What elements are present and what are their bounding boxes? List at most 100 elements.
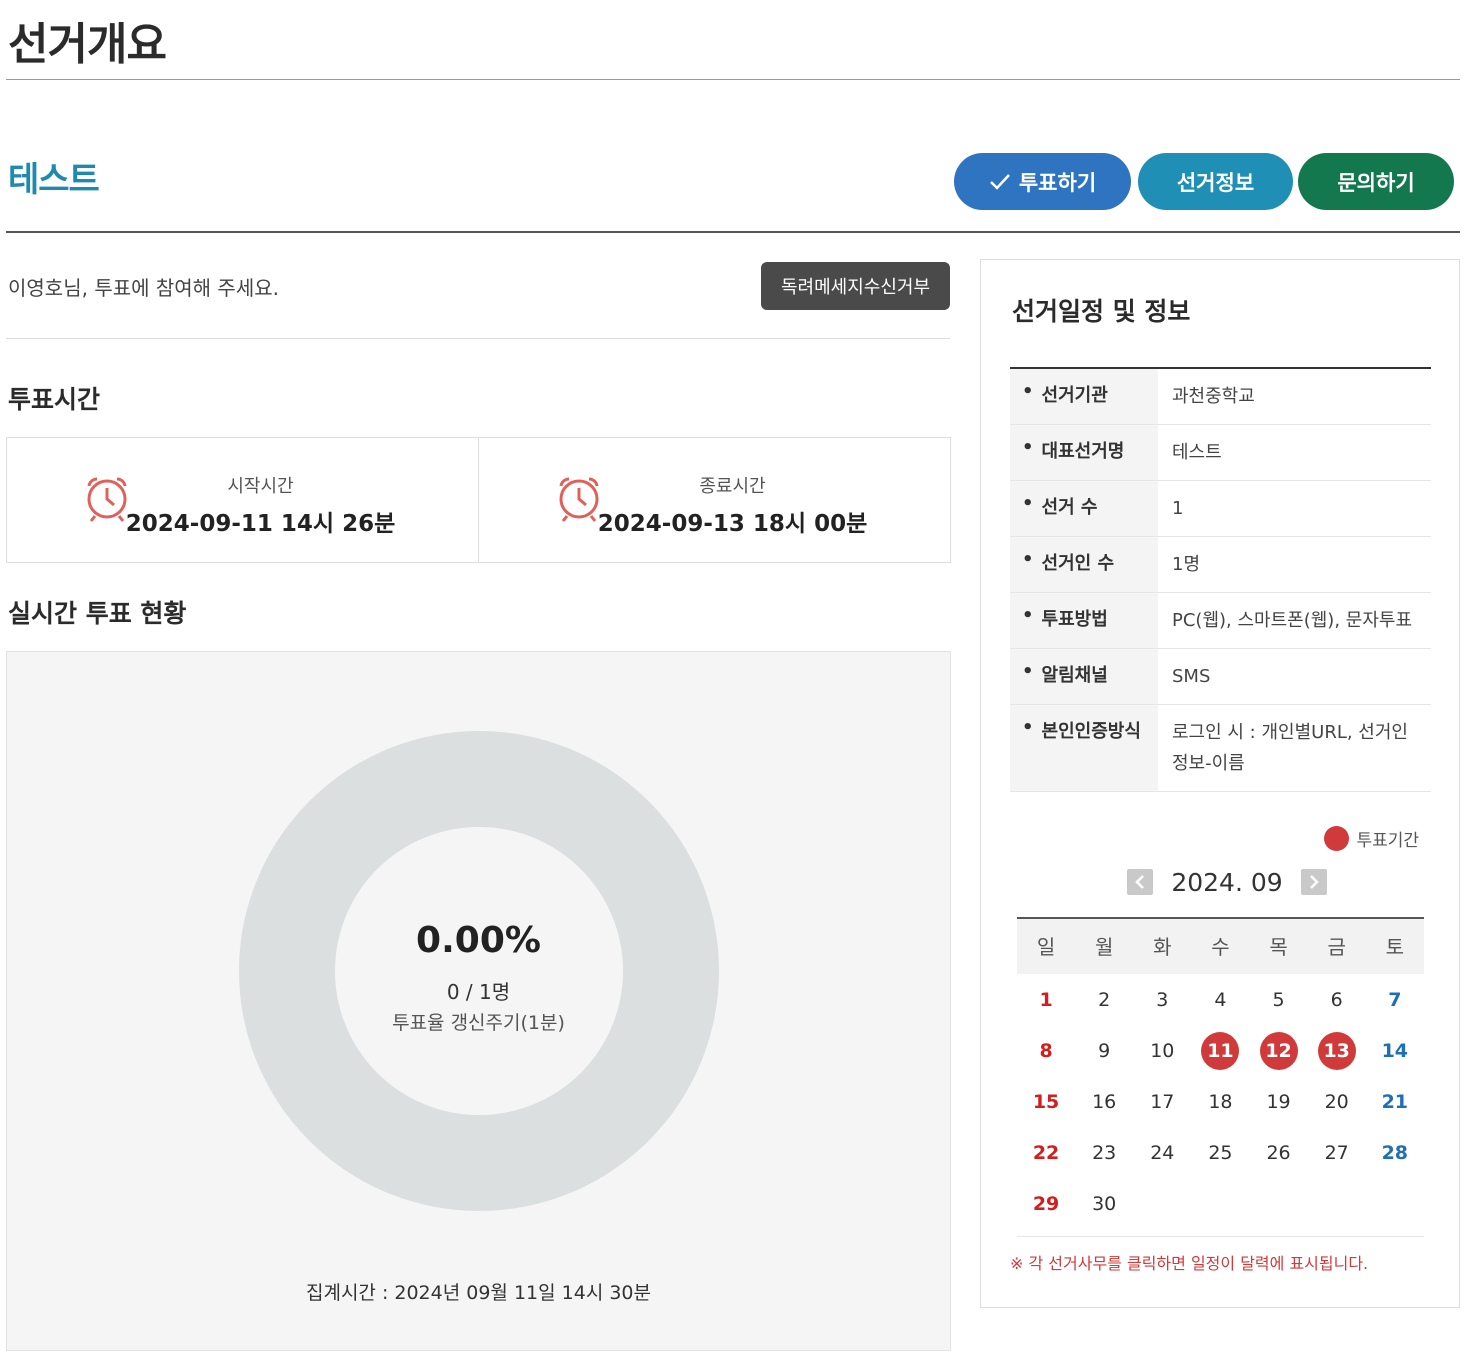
calendar-weekday-header: 일월화수목금토 [1017, 917, 1424, 974]
info-key: • 투표방법 [1010, 593, 1158, 648]
calendar-day[interactable]: 7 [1366, 981, 1424, 1019]
calendar-day[interactable]: 28 [1366, 1134, 1424, 1172]
turnout-percent: 0.00% [416, 920, 541, 961]
calendar-day[interactable]: 2 [1075, 981, 1133, 1019]
calendar-day[interactable]: 13 [1308, 1031, 1366, 1070]
info-value: PC(웹), 스마트폰(웹), 문자투표 [1172, 610, 1412, 631]
calendar-day[interactable]: 14 [1366, 1032, 1424, 1070]
weekday-label: 토 [1385, 935, 1405, 959]
calendar-day[interactable]: 17 [1133, 1083, 1191, 1121]
calendar-day[interactable]: 16 [1075, 1083, 1133, 1121]
inquiry-button-label: 문의하기 [1337, 170, 1415, 195]
info-value: 1명 [1172, 554, 1201, 575]
info-value: 1 [1172, 498, 1184, 519]
weekday-label: 목 [1269, 935, 1288, 959]
info-row: • 투표방법 PC(웹), 스마트폰(웹), 문자투표 [1010, 593, 1431, 649]
info-key: • 본인인증방식 [1010, 705, 1158, 791]
vote-button[interactable]: 투표하기 [954, 153, 1131, 210]
start-time-value: 2024-09-11 14시 26분 [125, 511, 396, 537]
calendar-day[interactable]: 11 [1191, 1031, 1249, 1070]
calendar-day[interactable]: 22 [1017, 1134, 1075, 1172]
info-key: • 선거인 수 [1010, 537, 1158, 592]
calendar-week: 15 16 17 18 19 20 21 [1017, 1076, 1424, 1127]
calendar-day[interactable]: 27 [1308, 1134, 1366, 1172]
calendar-day[interactable]: 29 [1017, 1185, 1075, 1223]
calendar-day[interactable]: 26 [1250, 1134, 1308, 1172]
calendar-day[interactable]: 12 [1250, 1031, 1308, 1070]
check-icon [989, 173, 1010, 190]
calendar-day[interactable]: 25 [1191, 1134, 1249, 1172]
calendar-month: 2024. 09 [1171, 867, 1283, 897]
calendar-day[interactable]: 5 [1250, 981, 1308, 1019]
vote-time-panel: 시작시간 2024-09-11 14시 26분 종료시간 2024-09-13 … [6, 437, 951, 563]
calendar-day[interactable]: 20 [1308, 1083, 1366, 1121]
calendar-note: ※ 각 선거사무를 클릭하면 일정이 달력에 표시됩니다. [1010, 1254, 1369, 1273]
calendar-day[interactable]: 23 [1075, 1134, 1133, 1172]
calendar-day[interactable]: 8 [1017, 1032, 1075, 1070]
info-key: • 선거 수 [1010, 481, 1158, 536]
info-key: • 알림채널 [1010, 649, 1158, 704]
weekday-label: 금 [1327, 935, 1346, 959]
weekday-label: 월 [1094, 935, 1114, 959]
calendar-day[interactable]: 10 [1133, 1032, 1191, 1070]
calendar-body: 1 2 3 4 5 6 7 8 9 10 11 12 13 14 15 16 17 18 19 20 21 22 23 24 2… [1017, 974, 1424, 1237]
info-value: 테스트 [1172, 442, 1222, 463]
legend-dot-icon [1324, 826, 1350, 851]
page-title: 선거개요 [8, 19, 167, 70]
divider [6, 338, 950, 339]
start-time-cell: 시작시간 2024-09-11 14시 26분 [7, 438, 478, 562]
turnout-donut-chart [239, 731, 719, 1211]
election-info-button[interactable]: 선거정보 [1138, 153, 1293, 210]
divider [6, 79, 1460, 80]
calendar-day[interactable]: 6 [1308, 981, 1366, 1019]
calendar-empty-cell [1366, 1185, 1424, 1223]
info-row: • 선거인 수 1명 [1010, 537, 1431, 593]
start-time-label: 시작시간 [227, 476, 294, 497]
election-info-button-label: 선거정보 [1176, 170, 1255, 195]
calendar-day[interactable]: 21 [1366, 1083, 1424, 1121]
calendar-week: 29 30 [1017, 1178, 1424, 1229]
turnout-chart-panel: 0.00% 0 / 1명 투표율 갱신주기(1분) 집계시간 : 2024년 0… [6, 651, 951, 1351]
end-time-cell: 종료시간 2024-09-13 18시 00분 [478, 438, 950, 562]
calendar-empty-cell [1308, 1185, 1366, 1223]
calendar-day[interactable]: 9 [1075, 1032, 1133, 1070]
calendar-day[interactable]: 1 [1017, 981, 1075, 1019]
calendar-day[interactable]: 24 [1133, 1134, 1191, 1172]
calendar-day[interactable]: 4 [1191, 981, 1249, 1019]
end-time-value: 2024-09-13 18시 00분 [597, 511, 868, 537]
election-schedule-panel: 선거일정 및 정보 • 선거기관 과천중학교 • 대표선거명 테스트 • 선거 수 1… [980, 259, 1460, 1308]
schedule-title: 선거일정 및 정보 [1012, 297, 1191, 326]
info-row: • 대표선거명 테스트 [1010, 425, 1431, 481]
calendar-week: 8 9 10 11 12 13 14 [1017, 1025, 1424, 1076]
calendar-day[interactable]: 15 [1017, 1083, 1075, 1121]
calendar-week: 22 23 24 25 26 27 28 [1017, 1127, 1424, 1178]
calendar-day[interactable]: 19 [1250, 1083, 1308, 1121]
refresh-interval-text: 투표율 갱신주기(1분) [392, 1012, 565, 1034]
calendar-empty-cell [1133, 1185, 1191, 1223]
info-row: • 알림채널 SMS [1010, 649, 1431, 705]
info-value: 과천중학교 [1172, 386, 1255, 407]
calendar-legend: 투표기간 [1324, 826, 1419, 851]
info-row: • 본인인증방식 로그인 시 : 개인별URL, 선거인 정보-이름 [1010, 705, 1431, 792]
calendar-day[interactable]: 3 [1133, 981, 1191, 1019]
calendar-nav: 2024. 09 [1127, 864, 1327, 900]
chevron-left-icon [1135, 875, 1144, 889]
divider [6, 231, 1460, 233]
vote-time-heading: 투표시간 [8, 385, 101, 414]
calendar-empty-cell [1191, 1185, 1249, 1223]
info-key: • 선거기관 [1010, 369, 1158, 424]
reject-message-button[interactable]: 독려메세지수신거부 [761, 262, 950, 310]
next-month-button[interactable] [1300, 869, 1327, 895]
calendar-day[interactable]: 18 [1191, 1083, 1249, 1121]
calendar-day[interactable]: 30 [1075, 1185, 1133, 1223]
calendar-empty-cell [1250, 1185, 1308, 1223]
inquiry-button[interactable]: 문의하기 [1298, 153, 1454, 210]
weekday-label: 수 [1211, 935, 1230, 959]
prev-month-button[interactable] [1127, 869, 1153, 895]
turnout-count: 0 / 1명 [446, 980, 511, 1004]
info-key: • 대표선거명 [1010, 425, 1158, 480]
aggregate-time-text: 집계시간 : 2024년 09월 11일 14시 30분 [305, 1282, 652, 1304]
weekday-label: 일 [1036, 935, 1056, 959]
calendar-week: 1234567 [1017, 974, 1424, 1025]
info-row: • 선거기관 과천중학교 [1010, 369, 1431, 425]
